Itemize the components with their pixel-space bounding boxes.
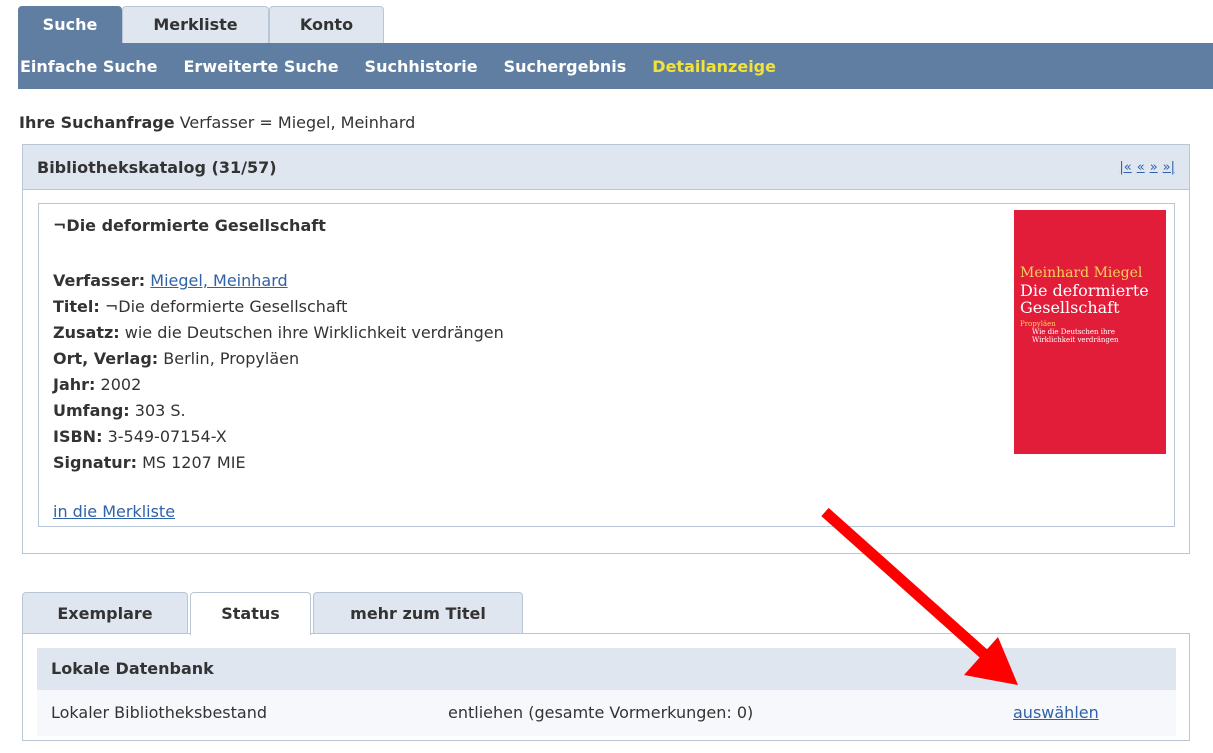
field-label: Signatur:	[53, 453, 137, 472]
nav-detailanzeige[interactable]: Detailanzeige	[652, 57, 776, 76]
field-label: Jahr:	[53, 375, 96, 394]
field-label: Verfasser:	[53, 271, 146, 290]
field-verfasser: Verfasser: Miegel, Meinhard	[53, 268, 504, 294]
field-label: Umfang:	[53, 401, 130, 420]
database-header: Lokale Datenbank	[37, 648, 1176, 690]
record-title: ¬Die deformierte Gesellschaft	[53, 216, 326, 235]
cover-subtitle-line1: Wie die Deutschen ihre	[1032, 328, 1115, 336]
nav-erweiterte-suche[interactable]: Erweiterte Suche	[184, 57, 339, 76]
author-link[interactable]: Miegel, Meinhard	[150, 271, 287, 290]
catalog-panel: Bibliothekskatalog (31/57) |« « » »| ¬Di…	[22, 144, 1190, 554]
field-value: wie die Deutschen ihre Wirklichkeit verd…	[124, 323, 504, 342]
holdings-row: Lokaler Bibliotheksbestand entliehen (ge…	[37, 690, 1176, 736]
cover-title-line1: Die deformierte	[1020, 281, 1149, 300]
status-panel: Lokale Datenbank Lokaler Bibliotheksbest…	[22, 633, 1190, 741]
field-jahr: Jahr: 2002	[53, 372, 504, 398]
field-zusatz: Zusatz: wie die Deutschen ihre Wirklichk…	[53, 320, 504, 346]
book-cover-image: Meinhard Miegel Die deformierte Gesellsc…	[1014, 210, 1166, 454]
field-value: ¬Die deformierte Gesellschaft	[104, 297, 348, 316]
cover-subtitle-line2: Wirklichkeit verdrängen	[1032, 336, 1119, 344]
sub-navigation: Einfache Suche Erweiterte Suche Suchhist…	[18, 43, 1213, 89]
catalog-title: Bibliothekskatalog (31/57)	[37, 157, 277, 177]
tab-mehr-zum-titel[interactable]: mehr zum Titel	[313, 592, 523, 634]
field-titel: Titel: ¬Die deformierte Gesellschaft	[53, 294, 504, 320]
last-record-link[interactable]: »|	[1163, 160, 1175, 175]
field-label: ISBN:	[53, 427, 103, 446]
tab-status[interactable]: Status	[190, 592, 311, 635]
field-isbn: ISBN: 3-549-07154-X	[53, 424, 504, 450]
nav-suchhistorie[interactable]: Suchhistorie	[365, 57, 478, 76]
catalog-header: Bibliothekskatalog (31/57) |« « » »|	[23, 145, 1189, 190]
holding-status: entliehen (gesamte Vormerkungen: 0)	[448, 703, 754, 722]
cover-publisher: Propyläen	[1020, 320, 1056, 328]
field-label: Zusatz:	[53, 323, 120, 342]
field-label: Ort, Verlag:	[53, 349, 159, 368]
field-value: 303 S.	[134, 401, 186, 420]
field-value: Berlin, Propyläen	[163, 349, 300, 368]
field-signatur: Signatur: MS 1207 MIE	[53, 450, 504, 476]
holding-name: Lokaler Bibliotheksbestand	[51, 703, 267, 722]
cover-author: Meinhard Miegel	[1020, 265, 1143, 281]
record-detail: ¬Die deformierte Gesellschaft Verfasser:…	[38, 203, 1175, 527]
record-fields: Verfasser: Miegel, Meinhard Titel: ¬Die …	[53, 268, 504, 476]
field-value: MS 1207 MIE	[142, 453, 246, 472]
field-value: 2002	[100, 375, 142, 394]
query-value: Verfasser = Miegel, Meinhard	[179, 113, 416, 132]
field-value: 3-549-07154-X	[107, 427, 227, 446]
tab-exemplare[interactable]: Exemplare	[22, 592, 188, 634]
record-pager: |« « » »|	[1119, 160, 1175, 175]
nav-suchergebnis[interactable]: Suchergebnis	[504, 57, 627, 76]
next-record-link[interactable]: »	[1150, 160, 1158, 175]
query-label: Ihre Suchanfrage	[19, 113, 175, 132]
nav-einfache-suche[interactable]: Einfache Suche	[20, 57, 158, 76]
tab-konto[interactable]: Konto	[269, 6, 384, 43]
select-link[interactable]: auswählen	[1013, 703, 1099, 722]
tab-merkliste[interactable]: Merkliste	[122, 6, 269, 43]
field-label: Titel:	[53, 297, 100, 316]
first-record-link[interactable]: |«	[1119, 160, 1131, 175]
add-to-merkliste-link[interactable]: in die Merkliste	[53, 502, 175, 521]
cover-title-line2: Gesellschaft	[1020, 298, 1120, 317]
search-query: Ihre Suchanfrage Verfasser = Miegel, Mei…	[19, 113, 415, 132]
prev-record-link[interactable]: «	[1137, 160, 1145, 175]
field-ort-verlag: Ort, Verlag: Berlin, Propyläen	[53, 346, 504, 372]
tab-suche[interactable]: Suche	[18, 6, 122, 43]
field-umfang: Umfang: 303 S.	[53, 398, 504, 424]
